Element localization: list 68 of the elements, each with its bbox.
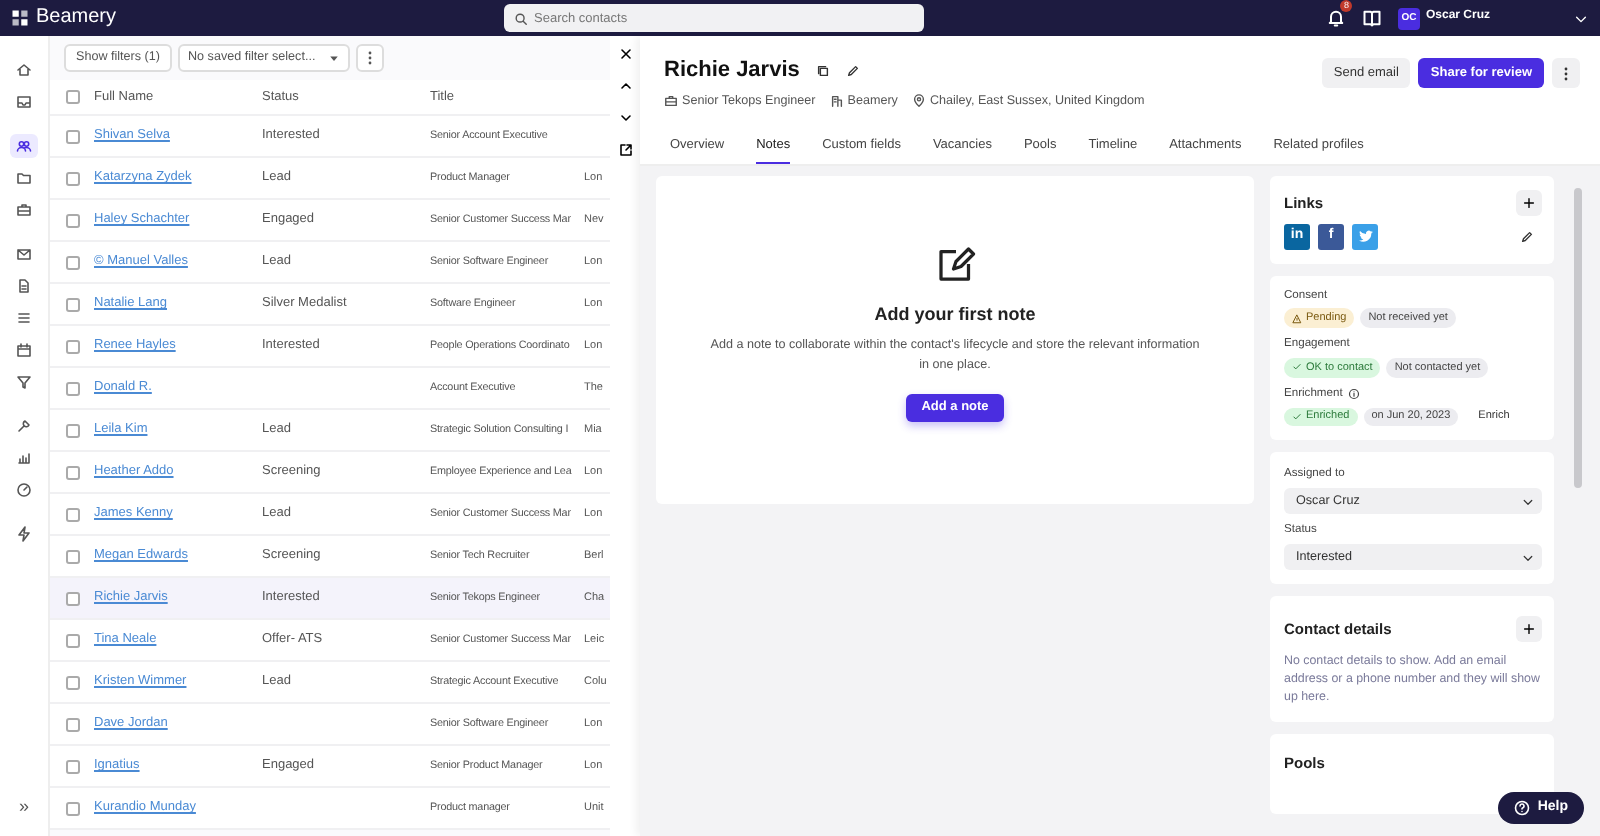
pencil-icon[interactable] (1520, 229, 1535, 244)
chevron-down-icon[interactable] (617, 110, 633, 126)
calendar-icon (16, 342, 32, 358)
close-icon[interactable] (617, 46, 633, 62)
list-icon (16, 310, 32, 326)
plus-icon (1522, 195, 1537, 210)
row-checkbox[interactable] (65, 129, 79, 143)
row-checkbox[interactable] (65, 633, 79, 647)
chevron-down-icon[interactable] (1574, 11, 1588, 25)
bell-icon[interactable] (1325, 8, 1346, 28)
info-icon (1348, 388, 1361, 401)
row-checkbox[interactable] (65, 801, 79, 815)
briefcase-icon (16, 202, 32, 218)
check-icon (1292, 411, 1302, 422)
row-checkbox[interactable] (65, 675, 79, 689)
wrench-icon (16, 418, 32, 434)
document-icon (16, 278, 32, 294)
pencil-icon[interactable] (845, 64, 860, 79)
more-options-button[interactable] (1552, 58, 1580, 88)
row-checkbox[interactable] (65, 549, 79, 563)
lightning-bolt-icon (16, 526, 32, 542)
question-circle-icon (1513, 799, 1530, 816)
empty-state-title: Add your first note (874, 303, 1036, 325)
book-icon[interactable] (1361, 8, 1382, 28)
check-icon (1292, 362, 1302, 373)
row-checkbox[interactable] (65, 759, 79, 773)
row-checkbox[interactable] (65, 507, 79, 521)
home-icon (16, 62, 32, 78)
row-checkbox[interactable] (65, 171, 79, 185)
row-checkbox[interactable] (65, 297, 79, 311)
people-icon (16, 138, 32, 154)
select-all-checkbox[interactable] (65, 90, 79, 104)
row-checkbox[interactable] (65, 381, 79, 395)
copy-icon[interactable] (815, 64, 830, 79)
building-icon (829, 94, 844, 109)
row-checkbox[interactable] (65, 213, 79, 227)
row-checkbox[interactable] (65, 591, 79, 605)
add-contact-detail-button[interactable] (1516, 616, 1543, 643)
caret-icon (328, 52, 340, 64)
briefcase-icon (664, 94, 678, 109)
search-icon (514, 11, 528, 25)
row-checkbox[interactable] (65, 717, 79, 731)
logo-text: Beamery (36, 6, 117, 30)
plus-icon (1522, 622, 1537, 637)
nav-people-button[interactable] (10, 134, 38, 158)
row-checkbox[interactable] (65, 423, 79, 437)
twitter-link[interactable] (1352, 223, 1378, 250)
chevron-down-icon (1522, 551, 1535, 564)
filter-icon (16, 374, 32, 390)
gauge-icon (16, 482, 32, 498)
edit-note-icon (935, 243, 975, 284)
contact-name: Richie Jarvis (664, 58, 800, 85)
external-link-icon[interactable] (617, 142, 633, 158)
warning-icon (1292, 313, 1302, 324)
location-pin-icon (911, 94, 926, 109)
row-checkbox[interactable] (65, 255, 79, 269)
row-checkbox[interactable] (65, 339, 79, 353)
inbox-icon (16, 94, 32, 110)
chevron-up-icon[interactable] (617, 78, 633, 94)
row-checkbox[interactable] (65, 465, 79, 479)
add-link-button[interactable] (1516, 189, 1543, 216)
chevron-down-icon (1522, 495, 1535, 508)
folder-icon (16, 170, 32, 186)
bird-icon (1357, 228, 1373, 245)
expand-sidebar-button[interactable]: » (18, 798, 29, 816)
bar-chart-icon (16, 450, 32, 466)
logo-mark-icon (10, 8, 30, 28)
mail-icon (16, 246, 32, 262)
